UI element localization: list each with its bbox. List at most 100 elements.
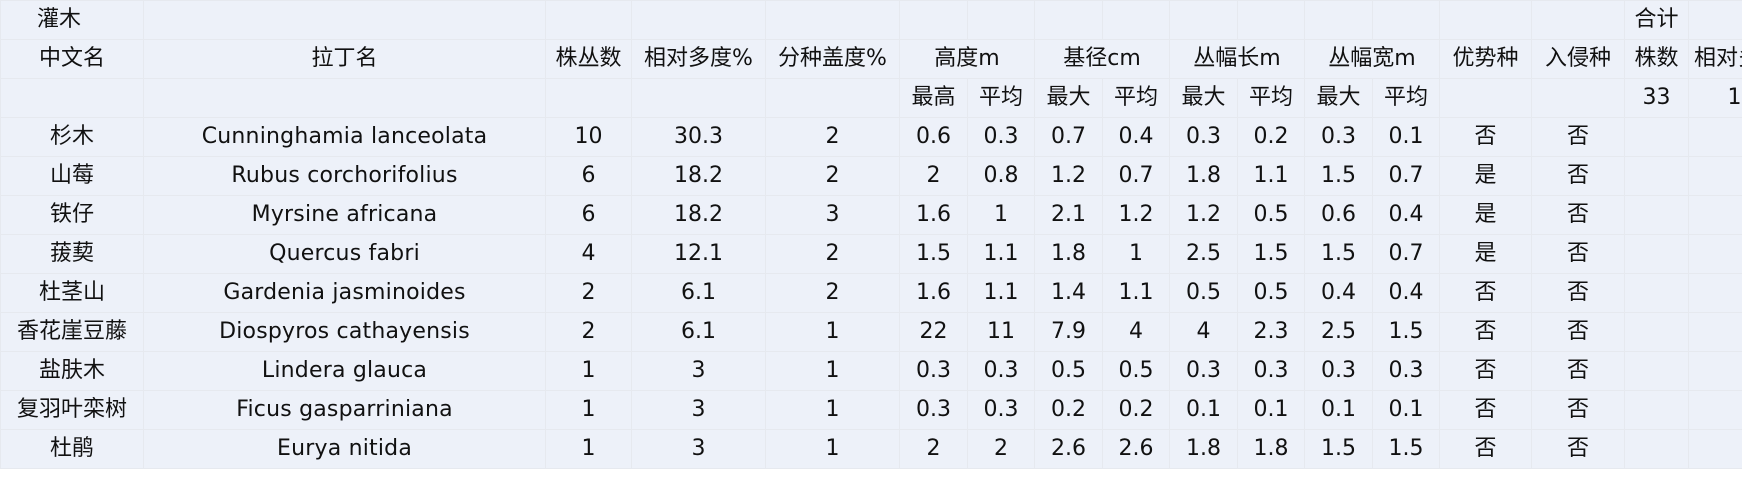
header-latin-name[interactable]: 拉丁名 (143, 39, 546, 79)
cell[interactable] (1624, 390, 1689, 430)
cell[interactable] (545, 78, 632, 118)
cell-count[interactable]: 2 (545, 273, 632, 313)
cell-dominant[interactable]: 否 (1439, 351, 1532, 391)
cell-width-max[interactable]: 0.3 (1304, 117, 1373, 157)
cell-width-avg[interactable]: 0.4 (1372, 195, 1440, 235)
cell-basal-avg[interactable]: 0.2 (1102, 390, 1170, 430)
cell-width-max[interactable]: 0.3 (1304, 351, 1373, 391)
cell-count[interactable]: 1 (545, 351, 632, 391)
header-width-avg[interactable]: 平均 (1372, 78, 1440, 118)
cell-height-max[interactable]: 1.5 (899, 234, 968, 274)
cell-basal-max[interactable]: 7.9 (1034, 312, 1103, 352)
cell[interactable] (1688, 390, 1742, 430)
cell-width-max[interactable]: 0.1 (1304, 390, 1373, 430)
cell-height-max[interactable]: 1.6 (899, 273, 968, 313)
header-basal-avg[interactable]: 平均 (1102, 78, 1170, 118)
cell[interactable] (545, 0, 632, 40)
cell-count[interactable]: 10 (545, 117, 632, 157)
cell-coverage[interactable]: 2 (765, 234, 900, 274)
cell-coverage[interactable]: 1 (765, 429, 900, 469)
header-dominant[interactable]: 优势种 (1439, 39, 1532, 79)
cell-width-avg[interactable]: 1.5 (1372, 429, 1440, 469)
cell[interactable] (765, 0, 900, 40)
cell-basal-avg[interactable]: 0.4 (1102, 117, 1170, 157)
cell[interactable] (143, 78, 546, 118)
header-crown-length[interactable]: 丛幅长m (1169, 39, 1305, 79)
cell-count[interactable]: 6 (545, 156, 632, 196)
cell[interactable] (765, 78, 900, 118)
cell-relative-abundance[interactable]: 3 (631, 351, 766, 391)
cell-height-avg[interactable]: 0.3 (967, 390, 1035, 430)
cell-basal-avg[interactable]: 4 (1102, 312, 1170, 352)
cell[interactable] (1688, 351, 1742, 391)
cell-chinese-name[interactable]: 盐肤木 (0, 351, 144, 391)
cell-relative-abundance[interactable]: 6.1 (631, 273, 766, 313)
cell-count[interactable]: 4 (545, 234, 632, 274)
cell[interactable] (1688, 234, 1742, 274)
cell-dominant[interactable]: 否 (1439, 390, 1532, 430)
header-relative-abundance[interactable]: 相对多度% (631, 39, 766, 79)
cell-width-avg[interactable]: 0.1 (1372, 390, 1440, 430)
cell-length-max[interactable]: 4 (1169, 312, 1238, 352)
cell-latin-name[interactable]: Quercus fabri (143, 234, 546, 274)
cell-length-avg[interactable]: 1.8 (1237, 429, 1305, 469)
cell[interactable] (1688, 429, 1742, 469)
cell[interactable] (1624, 429, 1689, 469)
cell-chinese-name[interactable]: 菝葜 (0, 234, 144, 274)
cell-length-avg[interactable]: 1.1 (1237, 156, 1305, 196)
cell[interactable] (1688, 195, 1742, 235)
cell-latin-name[interactable]: Myrsine africana (143, 195, 546, 235)
cell-basal-max[interactable]: 0.7 (1034, 117, 1103, 157)
cell[interactable] (899, 0, 968, 40)
cell-width-avg[interactable]: 0.7 (1372, 234, 1440, 274)
cell-coverage[interactable]: 2 (765, 273, 900, 313)
cell-length-avg[interactable]: 1.5 (1237, 234, 1305, 274)
cell-basal-avg[interactable]: 2.6 (1102, 429, 1170, 469)
cell-latin-name[interactable]: Gardenia jasminoides (143, 273, 546, 313)
cell-dominant[interactable]: 是 (1439, 234, 1532, 274)
cell-basal-avg[interactable]: 1.2 (1102, 195, 1170, 235)
cell-relative-abundance[interactable]: 3 (631, 390, 766, 430)
cell[interactable] (1372, 0, 1440, 40)
cell[interactable] (1102, 0, 1170, 40)
cell-latin-name[interactable]: Lindera glauca (143, 351, 546, 391)
cell[interactable] (1439, 0, 1532, 40)
cell-invasive[interactable]: 否 (1531, 390, 1625, 430)
cell[interactable] (1439, 78, 1532, 118)
cell-count[interactable]: 1 (545, 390, 632, 430)
header-crown-width[interactable]: 丛幅宽m (1304, 39, 1440, 79)
cell-height-max[interactable]: 0.3 (899, 351, 968, 391)
cell-relative-abundance[interactable]: 6.1 (631, 312, 766, 352)
cell-basal-avg[interactable]: 0.5 (1102, 351, 1170, 391)
cell-coverage[interactable]: 3 (765, 195, 900, 235)
cell-latin-name[interactable]: Eurya nitida (143, 429, 546, 469)
cell[interactable] (1624, 156, 1689, 196)
header-count[interactable]: 株丛数 (545, 39, 632, 79)
cell-invasive[interactable]: 否 (1531, 351, 1625, 391)
cell-relative-abundance[interactable]: 30.3 (631, 117, 766, 157)
cell-dominant[interactable]: 否 (1439, 312, 1532, 352)
cell-length-avg[interactable]: 0.1 (1237, 390, 1305, 430)
cell[interactable] (1169, 0, 1238, 40)
cell-latin-name[interactable]: Rubus corchorifolius (143, 156, 546, 196)
cell-width-max[interactable]: 1.5 (1304, 234, 1373, 274)
header-length-avg[interactable]: 平均 (1237, 78, 1305, 118)
cell-width-avg[interactable]: 0.7 (1372, 156, 1440, 196)
cell-count[interactable]: 6 (545, 195, 632, 235)
cell[interactable] (1531, 0, 1625, 40)
cell[interactable] (1624, 312, 1689, 352)
cell-basal-max[interactable]: 2.6 (1034, 429, 1103, 469)
cell-length-max[interactable]: 0.5 (1169, 273, 1238, 313)
header-height[interactable]: 高度m (899, 39, 1035, 79)
cell-length-max[interactable]: 0.3 (1169, 351, 1238, 391)
cell-coverage[interactable]: 2 (765, 117, 900, 157)
header-length-max[interactable]: 最大 (1169, 78, 1238, 118)
cell-width-max[interactable]: 1.5 (1304, 429, 1373, 469)
header-height-avg[interactable]: 平均 (967, 78, 1035, 118)
cell[interactable] (1034, 0, 1103, 40)
cell[interactable] (1624, 117, 1689, 157)
cell-length-avg[interactable]: 0.3 (1237, 351, 1305, 391)
cell-height-avg[interactable]: 1.1 (967, 234, 1035, 274)
cell-width-max[interactable]: 2.5 (1304, 312, 1373, 352)
cell-height-max[interactable]: 2 (899, 156, 968, 196)
